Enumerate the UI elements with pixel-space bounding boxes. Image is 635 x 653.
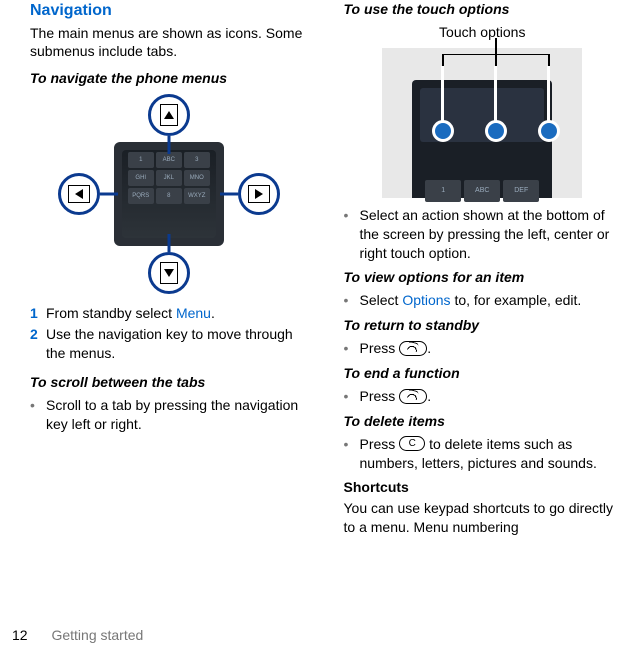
bullet-icon: •: [344, 206, 360, 263]
step-number: 1: [30, 304, 46, 323]
options-link: Options: [402, 292, 450, 308]
touch-options-heading: To use the touch options: [344, 0, 622, 19]
text: .: [427, 340, 431, 356]
shortcuts-para: You can use keypad shortcuts to go direc…: [344, 499, 622, 537]
step-text: Use the navigation key to move through t…: [46, 325, 308, 363]
c-key-icon: C: [399, 436, 425, 451]
touch-options-diagram: 1ABCDEF: [382, 48, 582, 198]
nav-left-icon: [58, 173, 100, 215]
bullet-text: Select Options to, for example, edit.: [360, 291, 582, 310]
view-options-heading: To view options for an item: [344, 268, 622, 287]
bullet-text: Scroll to a tab by pressing the navigati…: [46, 396, 308, 434]
text: to, for example, edit.: [451, 292, 582, 308]
text: From standby select: [46, 305, 176, 321]
navigation-para: The main menus are shown as icons. Some …: [30, 24, 308, 62]
delete-items-heading: To delete items: [344, 412, 622, 431]
nav-right-icon: [238, 173, 280, 215]
bullet-icon: •: [344, 435, 360, 473]
bullet-text: Press .: [360, 387, 432, 406]
bullet-text: Press C to delete items such as numbers,…: [360, 435, 622, 473]
bullet-icon: •: [344, 339, 360, 358]
touch-options-label: Touch options: [344, 23, 622, 42]
end-key-icon: [399, 341, 427, 356]
step-text: From standby select Menu.: [46, 304, 215, 323]
text: Press: [360, 388, 400, 404]
scroll-tabs-heading: To scroll between the tabs: [30, 373, 308, 392]
section-name: Getting started: [51, 627, 143, 643]
touch-point-center-icon: [485, 120, 507, 142]
navigation-key-diagram: 1ABC3 GHIJKLMNO PQRS8WXYZ: [58, 94, 280, 294]
text: .: [211, 305, 215, 321]
end-function-heading: To end a function: [344, 364, 622, 383]
bullet-icon: •: [344, 291, 360, 310]
shortcuts-heading: Shortcuts: [344, 478, 622, 497]
to-navigate-heading: To navigate the phone menus: [30, 69, 308, 88]
text: Select: [360, 292, 403, 308]
step-number: 2: [30, 325, 46, 363]
nav-up-icon: [148, 94, 190, 136]
text: Press: [360, 340, 400, 356]
navigation-heading: Navigation: [30, 0, 308, 22]
nav-down-icon: [148, 252, 190, 294]
bullet-icon: •: [344, 387, 360, 406]
menu-link: Menu: [176, 305, 211, 321]
text: .: [427, 388, 431, 404]
phone-keypad-illustration: 1ABC3 GHIJKLMNO PQRS8WXYZ: [114, 142, 224, 246]
page-number: 12: [12, 627, 28, 643]
touch-point-right-icon: [538, 120, 560, 142]
text: Press: [360, 436, 400, 452]
page-footer: 12 Getting started: [12, 626, 143, 645]
return-standby-heading: To return to standby: [344, 316, 622, 335]
end-key-icon: [399, 389, 427, 404]
bullet-text: Select an action shown at the bottom of …: [360, 206, 622, 263]
touch-point-left-icon: [432, 120, 454, 142]
bullet-icon: •: [30, 396, 46, 434]
bullet-text: Press .: [360, 339, 432, 358]
